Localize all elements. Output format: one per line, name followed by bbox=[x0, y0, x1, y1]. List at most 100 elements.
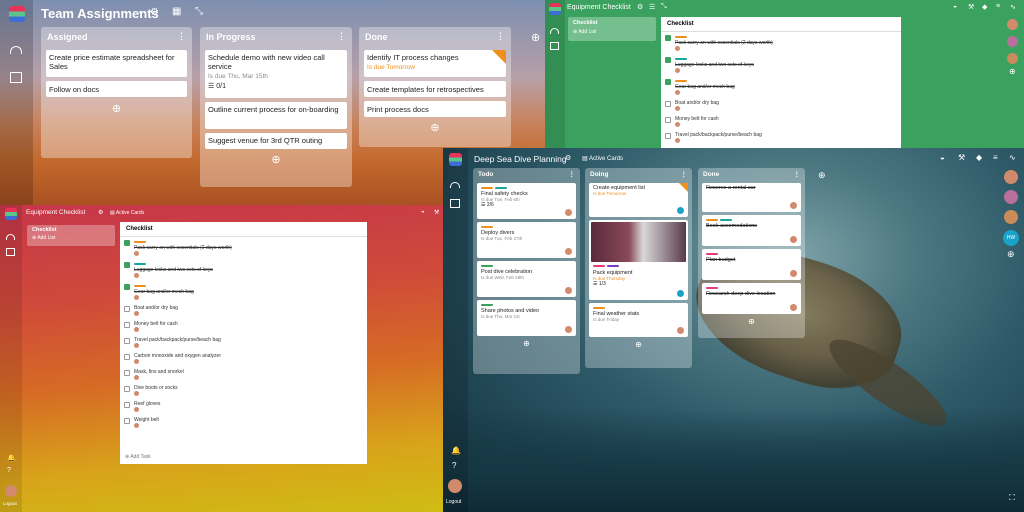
card[interactable]: Follow on docs bbox=[46, 81, 187, 97]
card[interactable]: Create equipment list Is due Tomorrow bbox=[589, 183, 688, 217]
card[interactable]: Final weather stats Is due Friday bbox=[589, 303, 688, 337]
archive-icon[interactable]: ◒ bbox=[940, 153, 945, 162]
filter-icon[interactable]: ≡ bbox=[993, 153, 998, 162]
member-avatar[interactable] bbox=[1004, 190, 1018, 204]
card[interactable]: Outline current process for on-boarding bbox=[205, 102, 347, 129]
member-avatar[interactable] bbox=[1004, 210, 1018, 224]
add-list-icon[interactable]: ⊕ bbox=[531, 31, 540, 44]
add-card-icon[interactable]: ⊕ bbox=[359, 121, 511, 134]
checkbox[interactable] bbox=[124, 370, 130, 376]
fullscreen-icon[interactable]: ⛶ bbox=[1009, 493, 1015, 503]
filter-icon[interactable]: ≡ bbox=[996, 3, 1000, 10]
list-menu-icon[interactable]: ⋮ bbox=[337, 31, 346, 42]
board-icon[interactable] bbox=[550, 42, 559, 50]
board-title[interactable]: Deep Sea Dive Planning bbox=[474, 154, 567, 164]
add-icon[interactable]: ⊕ bbox=[125, 454, 129, 460]
board-icon[interactable] bbox=[450, 199, 460, 208]
card[interactable]: Suggest venue for 3rd QTR outing bbox=[205, 133, 347, 149]
list-menu-icon[interactable]: ⋮ bbox=[569, 170, 576, 178]
notifications-bell-icon[interactable]: 🔔 bbox=[451, 446, 461, 455]
settings-gear-icon[interactable]: ⚙ bbox=[98, 209, 103, 216]
add-icon[interactable]: ⊕ bbox=[573, 29, 577, 35]
card[interactable]: Research deep dive location bbox=[702, 283, 801, 314]
member-avatar[interactable] bbox=[1007, 53, 1018, 64]
checklist-item[interactable]: Money belt for cash bbox=[665, 116, 897, 129]
settings-gear-icon[interactable]: ⚙ bbox=[637, 3, 643, 11]
checklist-item[interactable]: Luggage locks and two sets of keys bbox=[665, 56, 897, 75]
add-task-link[interactable]: Add Task bbox=[130, 454, 150, 460]
wrench-icon[interactable]: ⚒ bbox=[958, 153, 965, 162]
add-list-icon[interactable]: ⊕ bbox=[818, 170, 826, 181]
dashboard-icon[interactable] bbox=[6, 234, 15, 240]
card[interactable]: Print process docs bbox=[364, 101, 506, 117]
card[interactable]: Identify IT process changes Is due Tomor… bbox=[364, 50, 506, 77]
checkbox[interactable] bbox=[665, 57, 671, 63]
list-menu-icon[interactable]: ⋮ bbox=[794, 170, 801, 178]
checkbox[interactable] bbox=[665, 79, 671, 85]
add-member-icon[interactable]: ⊕ bbox=[1007, 249, 1015, 260]
add-card-icon[interactable]: ⊕ bbox=[473, 339, 580, 348]
wrench-icon[interactable]: ⚒ bbox=[434, 209, 439, 216]
activity-icon[interactable]: ∿ bbox=[1009, 153, 1016, 162]
help-icon[interactable]: ? bbox=[452, 461, 456, 470]
checklist-item[interactable]: Boat and/or dry bag bbox=[665, 100, 897, 113]
member-avatar[interactable] bbox=[1007, 19, 1018, 30]
member-avatar[interactable] bbox=[1004, 170, 1018, 184]
collapse-icon[interactable]: ⤡ bbox=[195, 6, 203, 17]
add-card-icon[interactable]: ⊕ bbox=[41, 102, 192, 115]
dashboard-icon[interactable] bbox=[450, 182, 460, 188]
checklist-item[interactable]: Travel pack/backpack/purse/beach bag bbox=[665, 132, 897, 145]
checklist-item[interactable]: Money belt for cash bbox=[124, 321, 363, 334]
card[interactable]: Book accomodations bbox=[702, 215, 801, 246]
settings-gear-icon[interactable]: ⚙ bbox=[565, 154, 571, 162]
card[interactable]: Reserve a rental car bbox=[702, 183, 801, 212]
checkbox[interactable] bbox=[124, 418, 130, 424]
card[interactable]: Final safety checks Is due Tue, Feb 6th … bbox=[477, 183, 576, 219]
checklist-item[interactable]: Pack carry-on with essentials (2 days wo… bbox=[665, 34, 897, 53]
checkbox[interactable] bbox=[665, 101, 671, 107]
checklist-item[interactable]: Luggage locks and two sets of keys bbox=[124, 261, 363, 280]
add-member-icon[interactable]: ⊕ bbox=[1009, 67, 1016, 76]
card[interactable]: Schedule demo with new video call servic… bbox=[205, 50, 347, 98]
checkbox[interactable] bbox=[665, 117, 671, 123]
checkbox[interactable] bbox=[124, 354, 130, 360]
checkbox[interactable] bbox=[124, 338, 130, 344]
checklist-item[interactable]: Mask, fins and snorkel bbox=[124, 369, 363, 382]
board-title[interactable]: Equipment Checklist bbox=[567, 4, 631, 11]
checkbox[interactable] bbox=[665, 35, 671, 41]
archive-icon[interactable]: ◒ bbox=[953, 3, 957, 10]
logout-label[interactable]: Logout bbox=[3, 501, 17, 506]
user-avatar[interactable] bbox=[5, 485, 17, 497]
checklist-item[interactable]: Boat and/or dry bag bbox=[124, 305, 363, 318]
add-icon[interactable]: ⊕ bbox=[32, 235, 36, 241]
tag-icon[interactable]: ◆ bbox=[976, 153, 982, 162]
checklist-item[interactable]: Gear bag and/or mesh bag bbox=[124, 283, 363, 302]
card[interactable]: Pack equipment Is due Thursday ☰ 1/3 bbox=[589, 220, 688, 300]
add-list-link[interactable]: Add List bbox=[578, 29, 596, 35]
help-icon[interactable]: ? bbox=[7, 467, 11, 474]
menu-icon[interactable]: ☰ bbox=[649, 3, 655, 11]
logout-label[interactable]: Logout bbox=[446, 499, 461, 505]
add-list-link[interactable]: Add List bbox=[37, 235, 55, 241]
checkbox[interactable] bbox=[124, 306, 130, 312]
checkbox[interactable] bbox=[124, 322, 130, 328]
checkbox[interactable] bbox=[124, 402, 130, 408]
archive-icon[interactable]: ◒ bbox=[421, 209, 425, 215]
checklist-item[interactable]: Travel pack/backpack/purse/beach bag bbox=[124, 337, 363, 350]
settings-gear-icon[interactable]: ⚙ bbox=[150, 7, 159, 18]
board-title[interactable]: Equipment Checklist bbox=[26, 209, 85, 216]
checkbox[interactable] bbox=[665, 133, 671, 139]
checklist-item[interactable]: Pack carry-on with essentials (2 days wo… bbox=[124, 239, 363, 258]
card[interactable]: Share photos and video Is due Thu, Mar 1… bbox=[477, 300, 576, 336]
card[interactable]: Post dive celebration Is due Wed, Feb 28… bbox=[477, 261, 576, 297]
user-avatar[interactable] bbox=[448, 479, 462, 493]
card[interactable]: Create templates for retrospectives bbox=[364, 81, 506, 97]
dropdown-chevron-icon[interactable]: ▾ bbox=[139, 9, 143, 17]
checkbox[interactable] bbox=[124, 386, 130, 392]
list-menu-icon[interactable]: ⋮ bbox=[681, 170, 688, 178]
list-menu-icon[interactable]: ⋮ bbox=[177, 31, 186, 42]
card[interactable]: Plan budget bbox=[702, 249, 801, 280]
add-card-icon[interactable]: ⊕ bbox=[698, 317, 805, 326]
add-card-icon[interactable]: ⊕ bbox=[200, 153, 352, 166]
wrench-icon[interactable]: ⚒ bbox=[968, 3, 974, 11]
